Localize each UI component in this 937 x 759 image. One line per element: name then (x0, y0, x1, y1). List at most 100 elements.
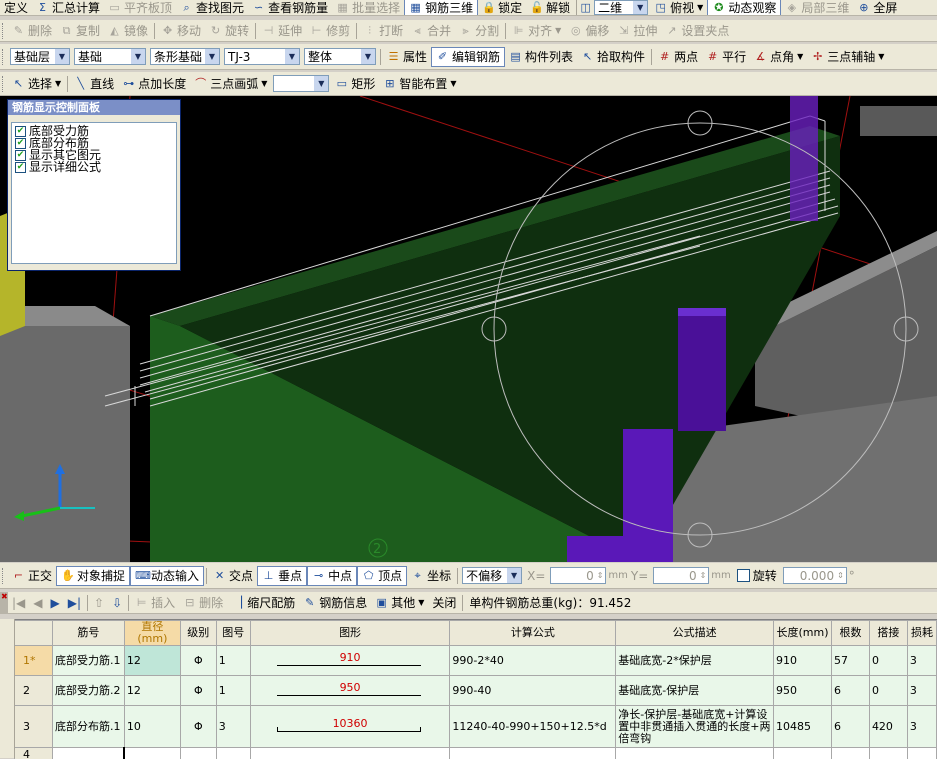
cell-description[interactable] (616, 748, 774, 759)
cell-count[interactable] (831, 748, 869, 759)
toolbar-grip[interactable] (2, 49, 6, 65)
checkbox-icon[interactable]: ✔ (15, 150, 26, 161)
header-loss[interactable]: 损耗 (907, 621, 936, 646)
pick-member-button[interactable]: ↖拾取构件 (577, 44, 649, 69)
header-rebar-no[interactable]: 筋号 (52, 621, 124, 646)
rotate-button[interactable]: ↻旋转 (205, 20, 253, 41)
scale-rebar-button[interactable]: ▕缩尺配筋 (227, 592, 299, 613)
member-select[interactable]: TJ-3▼ (224, 48, 300, 65)
trim-button[interactable]: ⊢修剪 (306, 20, 354, 41)
two-point-axis-button[interactable]: #两点 (654, 44, 702, 69)
first-record-button[interactable]: |◀ (8, 592, 29, 613)
row-number[interactable]: 3 (15, 706, 53, 748)
cell-rebar-no[interactable]: 底部分布筋.1 (52, 706, 124, 748)
cell-length[interactable]: 910 (774, 646, 832, 676)
cell-length[interactable] (774, 748, 832, 759)
toolbar-grip[interactable] (2, 76, 6, 92)
cell-shape[interactable]: 10360 (250, 706, 450, 748)
view-rebar-button[interactable]: ∽查看钢筋量 (248, 0, 332, 15)
floor-select[interactable]: 基础层▼ (10, 48, 70, 65)
last-record-button[interactable]: ▶| (64, 592, 85, 613)
cell-count[interactable]: 6 (831, 676, 869, 706)
checkbox-icon[interactable]: ✔ (15, 138, 26, 149)
rotate-input[interactable]: 0.000⇕ (783, 567, 847, 584)
cell-grade[interactable] (180, 748, 216, 759)
cell-formula[interactable] (450, 748, 616, 759)
point-angle-button[interactable]: ∡点角▼ (750, 44, 807, 69)
cell-figure-no[interactable]: 3 (216, 706, 250, 748)
header-diameter[interactable]: 直径(mm) (124, 621, 180, 646)
cell-diameter[interactable]: 10 (124, 706, 180, 748)
row-number[interactable]: 1* (15, 646, 53, 676)
ortho-button[interactable]: ⌐正交 (8, 563, 56, 588)
header-description[interactable]: 公式描述 (616, 621, 774, 646)
cell-diameter[interactable]: 12 (124, 676, 180, 706)
category-select[interactable]: 基础▼ (74, 48, 146, 65)
edit-rebar-button[interactable]: ✐编辑钢筋 (431, 47, 505, 67)
check-show-detailed-formula[interactable]: ✔显示详细公式 (15, 161, 176, 173)
delete-row-button[interactable]: ⊟删除 (179, 592, 227, 613)
type-select[interactable]: 条形基础▼ (150, 48, 220, 65)
offset-mode-select[interactable]: 不偏移▼ (462, 567, 522, 584)
cell-lap[interactable]: 420 (869, 706, 907, 748)
split-button[interactable]: ⫸分割 (455, 20, 503, 41)
cell-grade[interactable]: Φ (180, 706, 216, 748)
vertex-snap-button[interactable]: ⬠顶点 (357, 566, 407, 586)
unlock-button[interactable]: 🔓解锁 (526, 0, 574, 15)
header-shape[interactable]: 图形 (250, 621, 450, 646)
parallel-axis-button[interactable]: #平行 (702, 44, 750, 69)
coordinate-snap-button[interactable]: ⌖坐标 (407, 563, 455, 588)
checkbox-icon[interactable]: ✔ (15, 162, 26, 173)
rotate-checkbox[interactable] (737, 569, 750, 582)
three-point-arc-button[interactable]: ⌒三点画弧▼ (190, 72, 271, 95)
extend-button[interactable]: ⊣延伸 (258, 20, 306, 41)
cell-length[interactable]: 10485 (774, 706, 832, 748)
cell-figure-no[interactable] (216, 748, 250, 759)
copy-button[interactable]: ⧉复制 (56, 20, 104, 41)
cell-grade[interactable]: Φ (180, 646, 216, 676)
offset-button[interactable]: ◎偏移 (565, 20, 613, 41)
cell-diameter[interactable] (124, 748, 180, 759)
align-slab-top-button[interactable]: ▭平齐板顶 (104, 0, 176, 15)
find-element-button[interactable]: ⌕查找图元 (176, 0, 248, 15)
cell-rebar-no[interactable]: 底部受力筋.2 (52, 676, 124, 706)
dynamic-input-button[interactable]: ⌨动态输入 (130, 566, 204, 586)
merge-button[interactable]: ⫷合并 (407, 20, 455, 41)
move-up-button[interactable]: ⇧ (90, 592, 108, 613)
member-list-button[interactable]: ▤构件列表 (505, 44, 577, 69)
header-length[interactable]: 长度(mm) (774, 621, 832, 646)
scope-select[interactable]: 整体▼ (304, 48, 376, 65)
row-number[interactable]: 2 (15, 676, 53, 706)
header-lap[interactable]: 搭接 (869, 621, 907, 646)
cell-description[interactable]: 基础底宽-2*保护层 (616, 646, 774, 676)
properties-button[interactable]: ☰属性 (383, 44, 431, 69)
delete-button[interactable]: ✎删除 (8, 20, 56, 41)
cell-description[interactable]: 基础底宽-保护层 (616, 676, 774, 706)
y-input[interactable]: 0⇕ (653, 567, 709, 584)
cell-lap[interactable]: 0 (869, 646, 907, 676)
batch-select-button[interactable]: ▦批量选择 (332, 0, 404, 15)
fullscreen-button[interactable]: ⊕全屏 (853, 0, 901, 15)
stretch-button[interactable]: ⇲拉伸 (613, 20, 661, 41)
local-3d-button[interactable]: ◈局部三维 (781, 0, 853, 15)
break-button[interactable]: ⫶打断 (359, 20, 407, 41)
table-row[interactable]: 3 底部分布筋.1 10 Φ 3 10360 11240-40-990+150+… (15, 706, 937, 748)
insert-button[interactable]: ⊨插入 (131, 592, 179, 613)
header-formula[interactable]: 计算公式 (450, 621, 616, 646)
cell-formula[interactable]: 990-2*40 (450, 646, 616, 676)
dynamic-observe-button[interactable]: ✪动态观察 (707, 0, 781, 16)
perpendicular-snap-button[interactable]: ⊥垂点 (257, 566, 307, 586)
cell-count[interactable]: 6 (831, 706, 869, 748)
move-down-button[interactable]: ⇩ (108, 592, 126, 613)
cell-count[interactable]: 57 (831, 646, 869, 676)
cell-shape[interactable]: 910 (250, 646, 450, 676)
close-pane-strip[interactable]: ✖ (0, 592, 8, 613)
cell-lap[interactable] (869, 748, 907, 759)
toolbar-grip[interactable] (2, 568, 6, 584)
lock-button[interactable]: 🔒锁定 (478, 0, 526, 15)
line-button[interactable]: ╲直线 (70, 72, 118, 95)
cell-figure-no[interactable]: 1 (216, 646, 250, 676)
define-button[interactable]: 定义 (0, 0, 32, 15)
point-length-button[interactable]: ⊶点加长度 (118, 72, 190, 95)
cell-rebar-no[interactable] (52, 748, 124, 759)
